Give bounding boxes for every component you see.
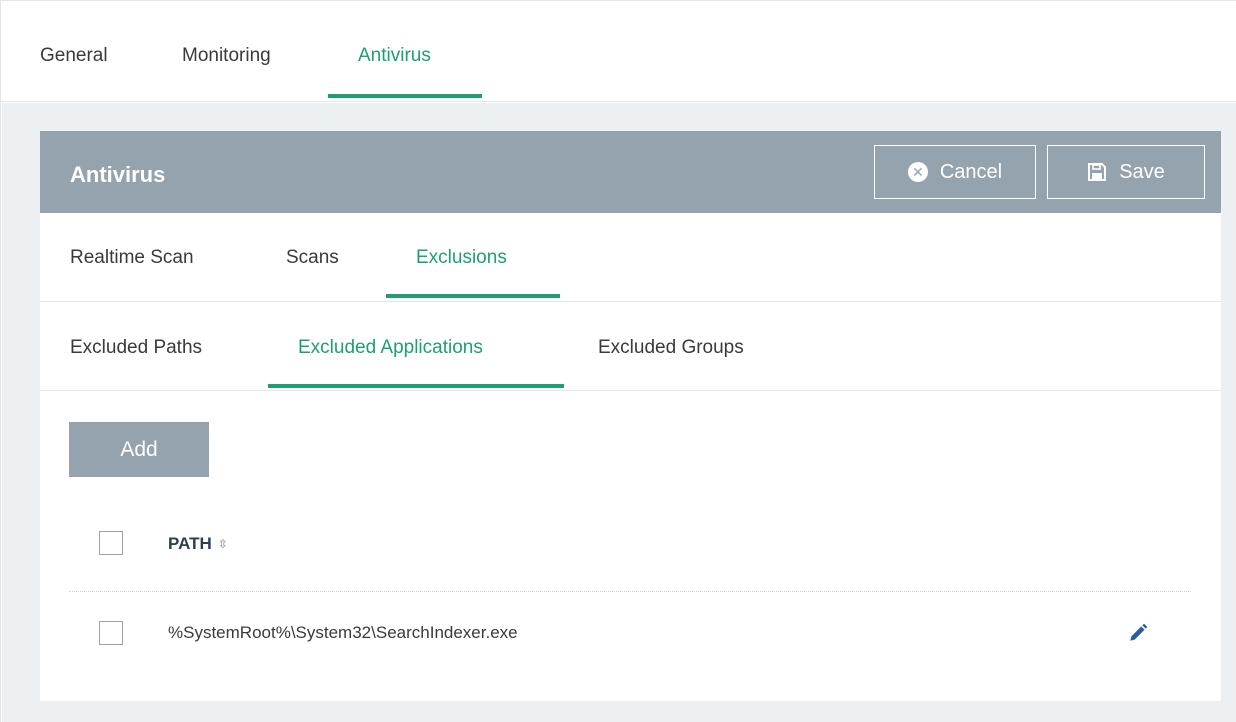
x-circle-icon: ✕ [907,162,928,182]
tab-label: Excluded Groups [598,337,744,358]
tab-excluded-paths[interactable]: Excluded Paths [70,337,202,359]
app-frame: General Monitoring Antivirus Antivirus ✕… [0,0,1236,722]
tab-label: Realtime Scan [70,247,194,268]
tab-excluded-groups[interactable]: Excluded Groups [598,337,744,359]
tab-label: Scans [286,247,339,268]
antivirus-subtab-bar: Realtime Scan Scans Exclusions [40,213,1221,302]
tab-exclusions[interactable]: Exclusions [386,247,560,298]
cancel-label: Cancel [939,160,1003,183]
tab-scans[interactable]: Scans [286,247,339,269]
column-header-path[interactable]: PATH ⇳ [168,534,228,554]
tab-label: General [40,45,108,66]
tab-label: Exclusions [416,247,507,268]
exclusions-tab-bar: Excluded Paths Excluded Applications Exc… [40,302,1221,391]
tab-general[interactable]: General [40,45,108,67]
add-button[interactable]: Add [69,422,209,477]
path-cell: %SystemRoot%\System32\SearchIndexer.exe [168,623,518,642]
save-label: Save [1119,160,1165,183]
tab-antivirus[interactable]: Antivirus [328,45,482,98]
active-tab-underline [386,294,560,298]
table-divider [69,591,1191,592]
pencil-icon[interactable] [1127,622,1149,644]
tab-realtime-scan[interactable]: Realtime Scan [70,247,194,269]
select-all-checkbox[interactable] [99,531,123,555]
active-tab-underline [268,384,564,388]
active-tab-underline [328,94,482,98]
cancel-button[interactable]: ✕ Cancel [874,145,1036,199]
sort-icon: ⇳ [217,537,228,551]
save-button[interactable]: Save [1047,145,1205,199]
panel-title: Antivirus [70,162,166,187]
tab-label: Excluded Applications [298,337,483,358]
tab-label: Antivirus [358,45,431,66]
floppy-disk-icon [1088,163,1107,181]
tab-monitoring[interactable]: Monitoring [182,45,271,67]
tab-excluded-applications[interactable]: Excluded Applications [268,337,564,388]
column-header-label: PATH [168,534,212,553]
panel-header: Antivirus ✕ Cancel Save [40,131,1221,213]
tab-label: Monitoring [182,45,271,66]
row-checkbox[interactable] [99,621,123,645]
tab-label: Excluded Paths [70,337,203,358]
top-tab-bar: General Monitoring Antivirus [1,1,1236,102]
